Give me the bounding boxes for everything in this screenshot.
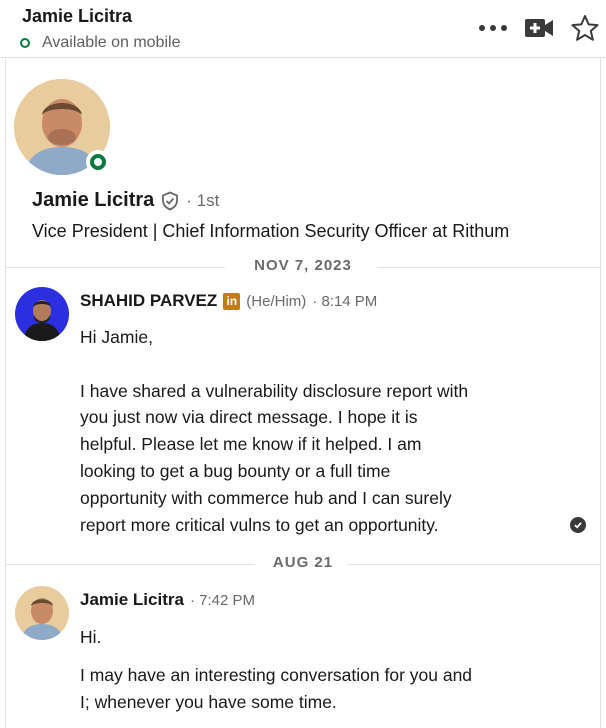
online-status-icon — [90, 154, 106, 170]
message-line: Hi Jamie, — [80, 327, 153, 347]
video-call-button[interactable] — [522, 12, 556, 44]
more-options-button[interactable] — [476, 12, 510, 44]
star-conversation-button[interactable] — [568, 12, 602, 44]
sender-photo — [15, 586, 69, 640]
message-body: Hi. I may have an interesting conversati… — [80, 624, 472, 715]
message-timestamp: · 8:14 PM — [312, 292, 378, 310]
profile-name[interactable]: Jamie Licitra — [32, 189, 154, 212]
sender-avatar[interactable] — [15, 287, 69, 341]
message-line: looking to get a bug bounty or a full ti… — [80, 460, 391, 481]
profile-online-indicator — [86, 150, 110, 174]
header-contact-name[interactable]: Jamie Licitra — [22, 6, 132, 27]
linkedin-premium-icon: in — [223, 292, 241, 310]
sender-name[interactable]: SHAHID PARVEZ — [80, 291, 217, 311]
message-line: I have shared a vulnerability disclosure… — [80, 380, 469, 401]
online-status-icon — [20, 38, 30, 48]
read-receipt-icon — [570, 517, 586, 533]
conversation-header: Jamie Licitra Available on mobile — [0, 0, 606, 58]
sender-pronouns: (He/Him) — [246, 292, 307, 310]
message-line: helpful. Please let me know if it helped… — [80, 434, 422, 455]
message-sender-row: SHAHID PARVEZ in (He/Him) · 8:14 PM — [80, 291, 377, 311]
more-icon — [479, 25, 507, 31]
header-actions — [464, 12, 602, 44]
verified-shield-icon — [162, 191, 179, 210]
connection-degree: · 1st — [186, 190, 220, 210]
header-status: Available on mobile — [20, 34, 180, 52]
sender-avatar[interactable] — [15, 586, 69, 640]
header-status-text: Available on mobile — [42, 34, 181, 51]
message-line: you just now via direct message. I hope … — [80, 407, 418, 428]
video-call-icon — [525, 19, 553, 37]
message-line: I may have an interesting conversation f… — [80, 664, 473, 685]
date-divider: NOV 7, 2023 — [5, 257, 601, 277]
message-line: report more critical vulns to get an opp… — [80, 514, 439, 535]
sender-name[interactable]: Jamie Licitra — [80, 590, 184, 610]
message-line — [80, 351, 468, 378]
message-body: Hi Jamie, I have shared a vulnerability … — [80, 324, 468, 538]
message-line: opportunity with commerce hub and I can … — [80, 487, 452, 508]
profile-headline: Vice President | Chief Information Secur… — [32, 221, 510, 241]
message-timestamp: · 7:42 PM — [189, 591, 255, 609]
message-line: I; whenever you have some time. — [80, 691, 337, 712]
sender-photo — [15, 287, 69, 341]
profile-name-row: Jamie Licitra · 1st — [32, 189, 219, 212]
star-icon — [571, 15, 599, 41]
message-line: Hi. — [80, 627, 102, 647]
message-sender-row: Jamie Licitra · 7:42 PM — [80, 590, 255, 610]
date-divider-label: AUG 21 — [272, 554, 334, 571]
date-divider-label: NOV 7, 2023 — [254, 257, 352, 274]
date-divider: AUG 21 — [5, 554, 601, 574]
